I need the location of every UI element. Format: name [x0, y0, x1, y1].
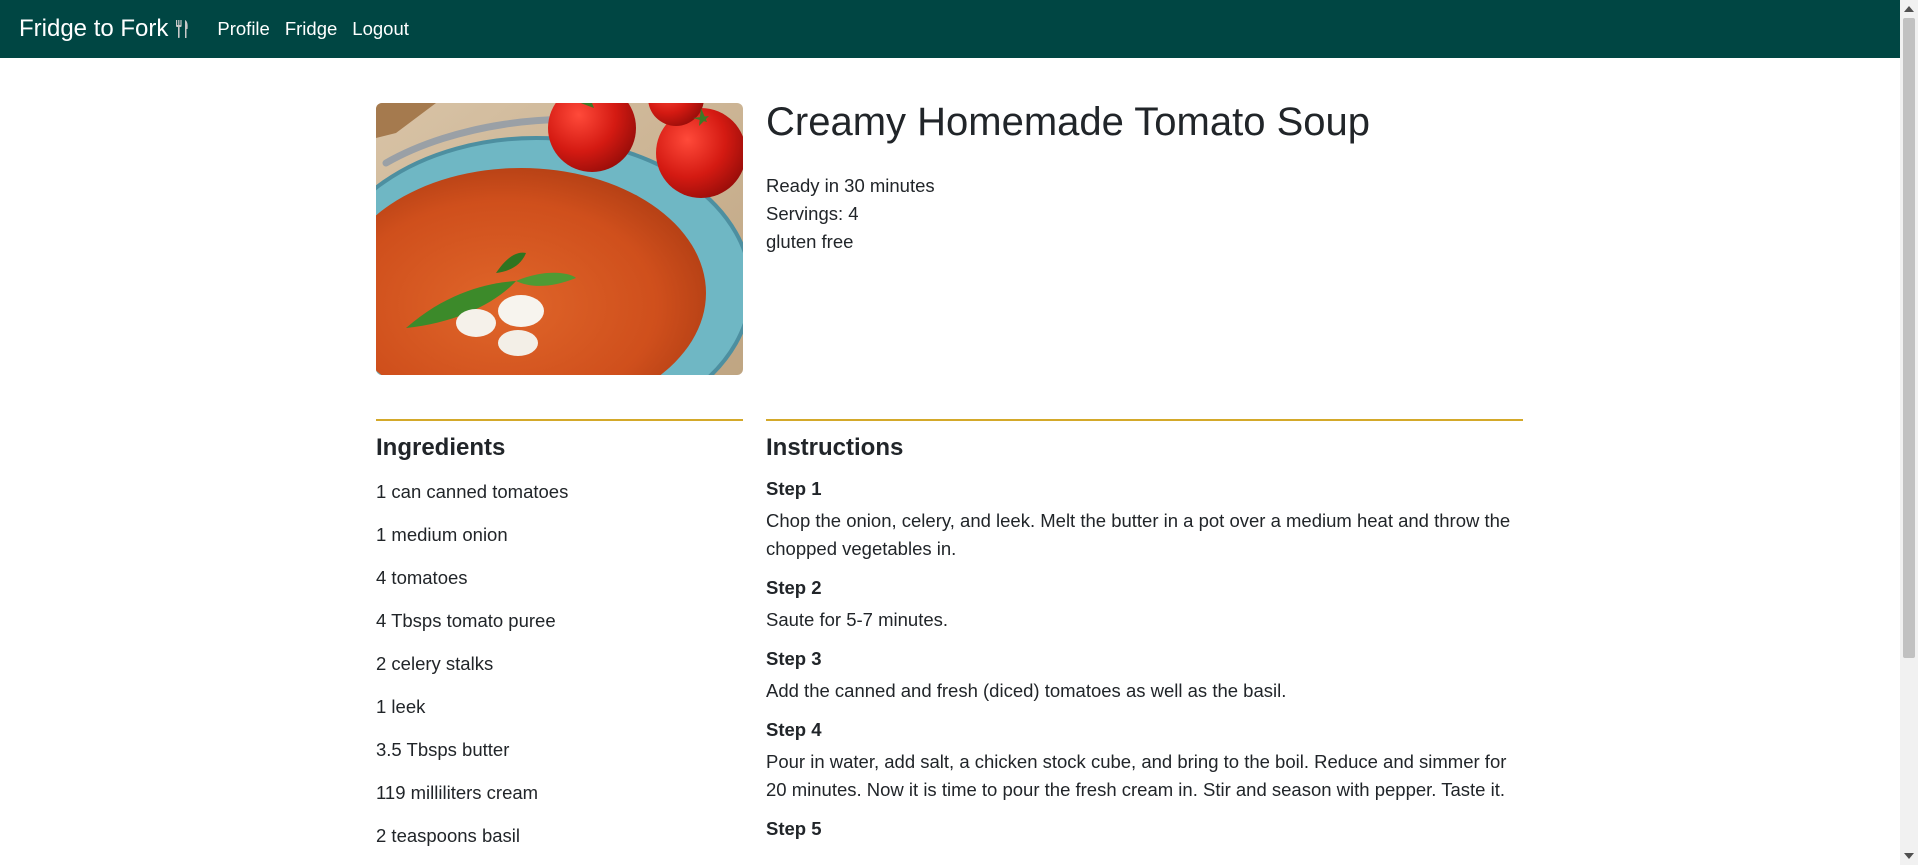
- step-text: Add the canned and fresh (diced) tomatoe…: [766, 680, 1287, 701]
- recipe-meta: Ready in 30 minutes Servings: 4 gluten f…: [766, 172, 935, 256]
- step-label: Step 1: [766, 478, 822, 499]
- ingredients-heading: Ingredients: [376, 434, 506, 461]
- step-text: Saute for 5-7 minutes.: [766, 609, 949, 630]
- ingredients-list: 1 can canned tomatoes 1 medium onion 4 t…: [376, 478, 568, 865]
- tomato-soup-photo: [376, 103, 743, 375]
- ingredient-item: 4 Tbsps tomato puree: [376, 610, 556, 631]
- step-label: Step 4: [766, 719, 822, 740]
- step-text: Chop the onion, celery, and leek. Melt t…: [766, 510, 1511, 559]
- ingredient-item: 2 teaspoons basil: [376, 825, 520, 846]
- brand-name: Fridge to Fork: [19, 15, 169, 42]
- nav-link-profile[interactable]: Profile: [217, 18, 269, 40]
- ingredient-item: 119 milliliters cream: [376, 782, 539, 803]
- ingredient-item: 1 can canned tomatoes: [376, 481, 569, 502]
- nav-link-logout[interactable]: Logout: [352, 18, 409, 40]
- ingredient-item: 4 tomatoes: [376, 567, 468, 588]
- recipe-image: [376, 103, 743, 375]
- nav-links: Profile Fridge Logout: [217, 18, 424, 40]
- servings: Servings: 4: [766, 203, 859, 224]
- scrollbar-thumb[interactable]: [1903, 18, 1915, 658]
- ingredient-item: 1 medium onion: [376, 524, 508, 545]
- fork-knife-icon: [176, 20, 189, 38]
- ready-time: Ready in 30 minutes: [766, 175, 935, 196]
- brand-link[interactable]: Fridge to Fork: [19, 15, 190, 43]
- scroll-up-arrow-icon[interactable]: [1904, 6, 1914, 12]
- ingredient-item: 3.5 Tbsps butter: [376, 739, 510, 760]
- step-label: Step 3: [766, 648, 822, 669]
- step-text: Pour in water, add salt, a chicken stock…: [766, 751, 1507, 800]
- nav-link-fridge[interactable]: Fridge: [285, 18, 337, 40]
- instructions-divider: [766, 419, 1523, 421]
- page-scrollbar[interactable]: [1900, 0, 1918, 865]
- instructions-list: Step 1 Chop the onion, celery, and leek.…: [766, 475, 1523, 854]
- step-label: Step 5: [766, 818, 822, 839]
- ingredient-item: 1 leek: [376, 696, 426, 717]
- recipe-title: Creamy Homemade Tomato Soup: [766, 100, 1370, 144]
- navbar: Fridge to Fork Profile Fridge Logout: [0, 0, 1900, 58]
- scroll-down-arrow-icon[interactable]: [1904, 853, 1914, 859]
- step-label: Step 2: [766, 577, 822, 598]
- diet-tag: gluten free: [766, 231, 854, 252]
- instructions-heading: Instructions: [766, 434, 904, 461]
- ingredient-item: 2 celery stalks: [376, 653, 494, 674]
- ingredients-divider: [376, 419, 743, 421]
